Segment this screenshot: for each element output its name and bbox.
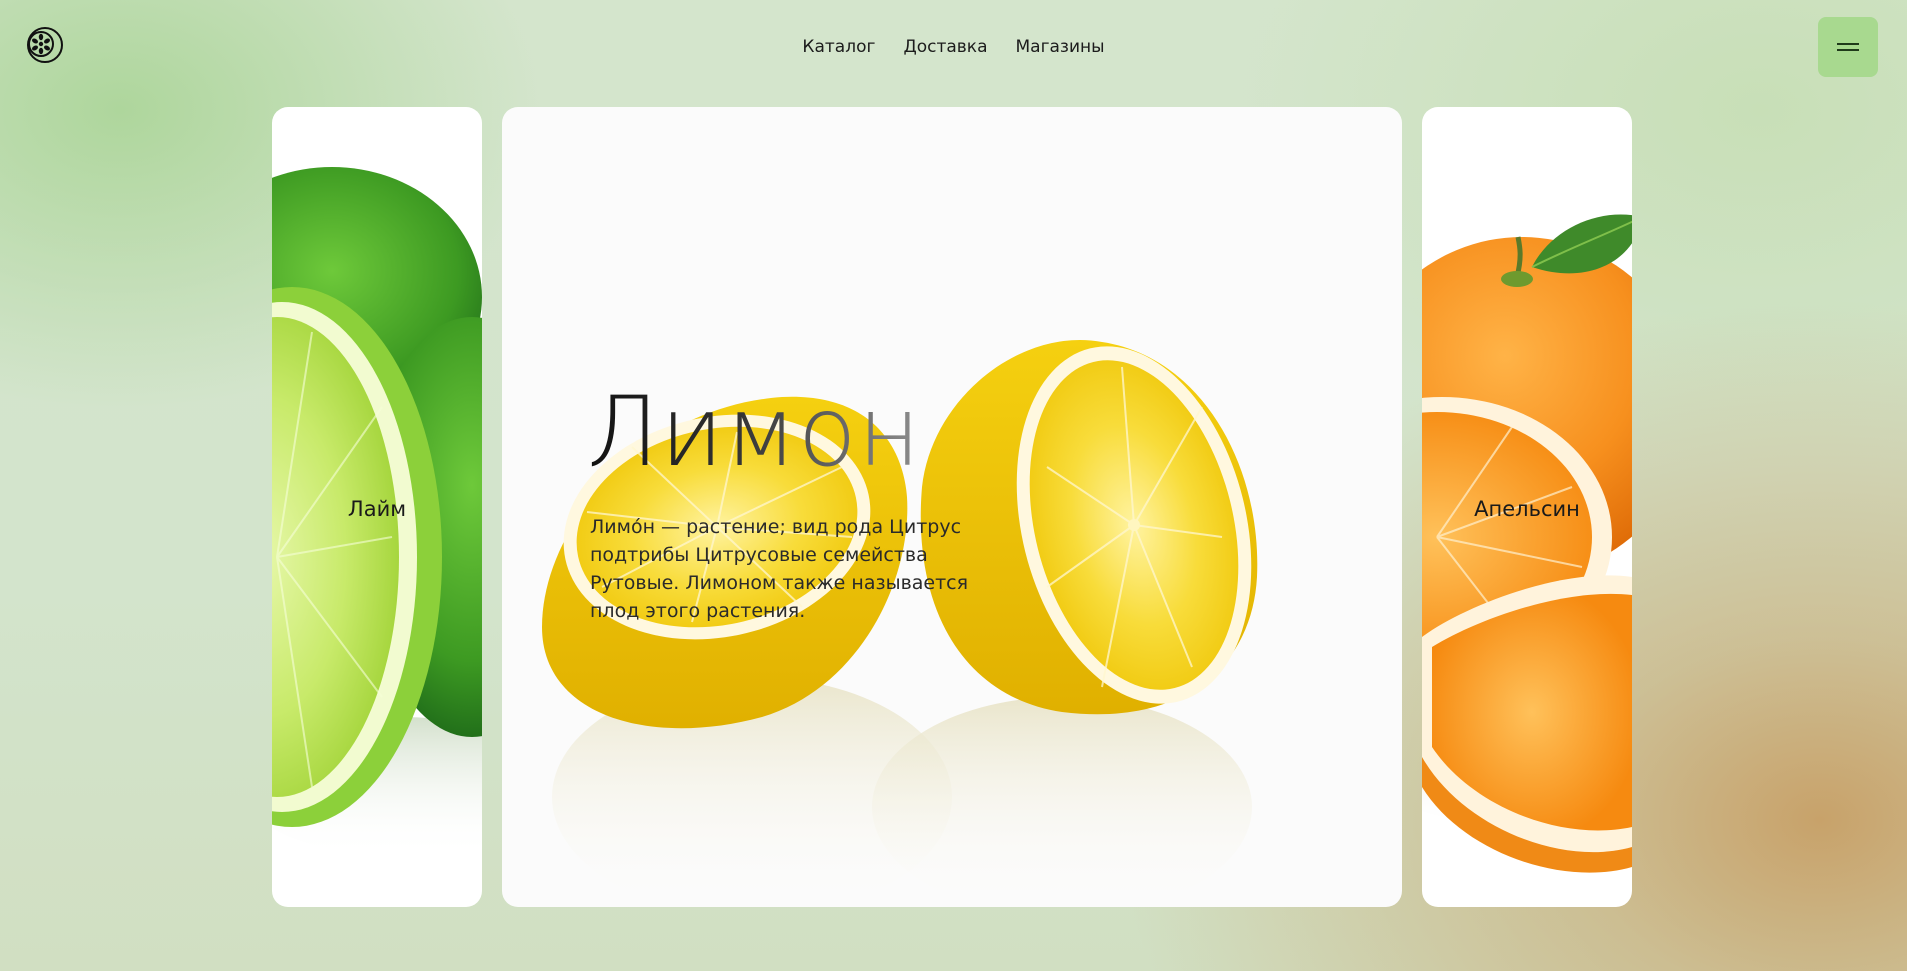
slide-card-lemon: Лимон Лимо́н — растение; вид рода Цитрус…	[502, 107, 1402, 907]
nav-link-catalog[interactable]: Каталог	[802, 36, 875, 58]
slide-label-lime: Лайм	[347, 497, 407, 521]
hamburger-menu-icon	[1837, 43, 1859, 51]
lemon-halves-image	[542, 339, 1258, 907]
slide-description-lemon: Лимо́н — растение; вид рода Цитрус подтр…	[590, 516, 969, 622]
slide-label-orange: Апельсин	[1474, 497, 1580, 521]
menu-button[interactable]	[1818, 17, 1878, 77]
slide-card-lime[interactable]: Лайм	[272, 107, 482, 907]
nav-link-stores[interactable]: Магазины	[1016, 36, 1105, 58]
main-nav: Каталог Доставка Магазины	[0, 36, 1907, 58]
slide-card-orange[interactable]: Апельсин	[1422, 107, 1632, 907]
slide-title-lemon: Лимон	[587, 376, 922, 488]
nav-link-delivery[interactable]: Доставка	[903, 36, 987, 58]
